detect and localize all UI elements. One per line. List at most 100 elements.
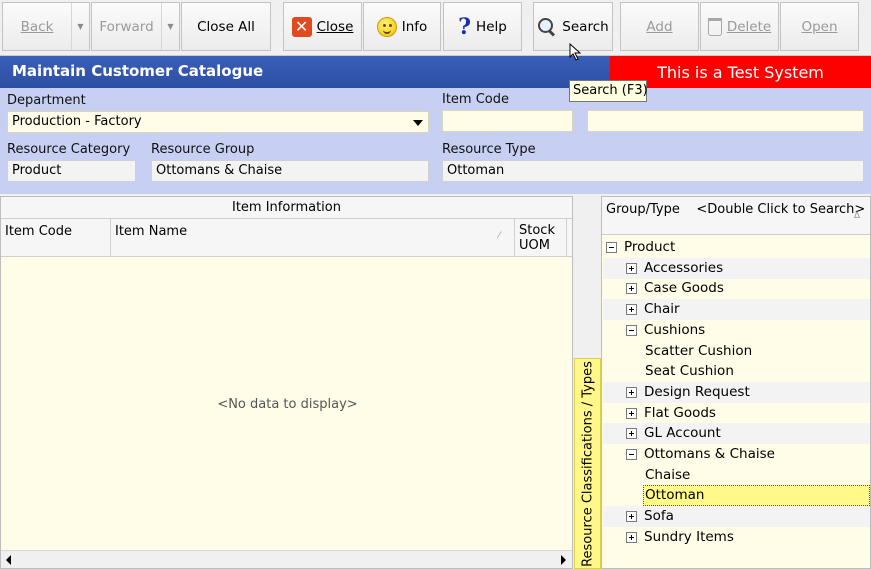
item-code-label: Item Code — [442, 92, 510, 107]
horizontal-scrollbar[interactable] — [1, 550, 572, 568]
mouse-pointer-icon — [569, 43, 582, 61]
tree-item-label: Sundry Items — [644, 528, 734, 545]
tree-item[interactable]: Sundry Items — [603, 527, 870, 548]
sort-icon: ∆ — [853, 211, 860, 221]
resource-type-field: Ottoman — [442, 160, 864, 182]
tree-item[interactable]: Sofa — [603, 506, 870, 528]
tree-header[interactable]: Group/Type <Double Click to Search> ∆ — [602, 197, 870, 235]
department-label: Department — [7, 93, 86, 108]
add-label: Add — [646, 18, 673, 35]
column-header-stock-uom[interactable]: Stock UOM — [515, 219, 567, 257]
side-tab-label: Resource Classifications / Types — [580, 360, 595, 567]
forward-button[interactable]: Forward ▼ — [91, 2, 180, 51]
back-label: Back — [20, 18, 54, 35]
sort-icon: ⁄ — [498, 231, 500, 241]
scroll-right-icon[interactable] — [561, 555, 566, 565]
open-label: Open — [801, 18, 838, 35]
expand-plus-icon[interactable] — [626, 262, 637, 274]
tree-item-label: Chaise — [645, 466, 691, 483]
toolbar: Back ▼ Forward ▼ Close All ✕ Close Info … — [0, 0, 871, 56]
tree-item[interactable]: Ottomans & Chaise — [603, 444, 870, 465]
tree-item-label: Accessories — [644, 259, 724, 276]
resource-classifications-tab[interactable]: Resource Classifications / Types — [574, 358, 601, 569]
tree-item[interactable]: Ottoman — [603, 485, 870, 507]
collapse-minus-icon[interactable] — [626, 449, 637, 460]
close-icon: ✕ — [291, 16, 312, 37]
tree-item[interactable]: GL Account — [603, 423, 870, 445]
expand-plus-icon[interactable] — [626, 283, 637, 295]
close-button[interactable]: ✕ Close — [283, 2, 362, 51]
tree-item-label: Product — [624, 239, 676, 255]
delete-button[interactable]: Delete — [700, 2, 779, 51]
item-code-input[interactable] — [442, 110, 573, 132]
expand-plus-icon[interactable] — [626, 511, 637, 523]
resource-category-label: Resource Category — [7, 142, 131, 157]
tree-item[interactable]: Case Goods — [603, 278, 870, 299]
resource-type-label: Resource Type — [442, 142, 536, 157]
expand-plus-icon[interactable] — [626, 428, 637, 440]
open-button[interactable]: Open — [780, 2, 859, 51]
dropdown-arrow-icon[interactable] — [413, 120, 423, 126]
item-name-input[interactable] — [587, 110, 864, 132]
scroll-left-icon[interactable] — [6, 555, 11, 565]
tree-item[interactable]: Scatter Cushion — [603, 340, 870, 362]
tree-item-label: Chair — [644, 301, 680, 318]
tree-header-label: Group/Type <Double Click to Search> — [606, 202, 866, 217]
page-title: Maintain Customer Catalogue — [12, 62, 264, 80]
close-all-button[interactable]: Close All — [181, 2, 271, 51]
magnifier-icon — [537, 17, 557, 37]
info-button[interactable]: Info — [363, 2, 441, 51]
item-name-header-label: Item Name — [115, 224, 188, 239]
add-button[interactable]: Add — [620, 2, 699, 51]
chevron-down-icon[interactable]: ▼ — [71, 3, 89, 50]
tree-item[interactable]: Seat Cushion — [603, 361, 870, 383]
search-label: Search — [562, 18, 609, 35]
expand-plus-icon[interactable] — [626, 531, 637, 543]
item-information-grid[interactable]: Item Information Item Code Item Name ⁄ S… — [0, 196, 573, 569]
tree-item-label: Ottomans & Chaise — [644, 446, 775, 462]
expand-plus-icon[interactable] — [626, 304, 637, 316]
help-label: Help — [476, 18, 507, 35]
collapse-minus-icon[interactable] — [626, 324, 637, 336]
column-header-item-code[interactable]: Item Code — [1, 219, 111, 257]
help-button[interactable]: ? Help — [443, 2, 522, 51]
department-value: Production - Factory — [12, 114, 142, 129]
tree-item-label: GL Account — [644, 425, 721, 442]
close-label: Close — [316, 18, 354, 35]
expand-plus-icon[interactable] — [626, 386, 637, 398]
info-label: Info — [401, 18, 428, 35]
tree-item-label: Case Goods — [644, 280, 724, 297]
classification-tree[interactable]: Group/Type <Double Click to Search> ∆ Pr… — [601, 196, 871, 569]
form-title-bar: Maintain Customer Catalogue This is a Te… — [0, 56, 871, 88]
tree-item-label: Cushions — [644, 321, 706, 338]
smiley-icon — [376, 16, 397, 37]
tree-item[interactable]: Chaise — [603, 464, 870, 486]
question-mark-icon: ? — [458, 13, 472, 40]
close-all-label: Close All — [197, 18, 255, 35]
tree-item-label: Sofa — [644, 508, 674, 525]
trash-icon — [707, 17, 722, 36]
resource-group-field: Ottomans & Chaise — [151, 160, 429, 182]
tree-item-label: Ottoman — [645, 487, 705, 504]
criteria-panel: Department Production - Factory Item Cod… — [0, 88, 871, 194]
tree-item[interactable]: Cushions — [603, 320, 870, 341]
collapse-minus-icon[interactable] — [606, 242, 617, 253]
no-data-message: <No data to display> — [217, 397, 358, 412]
department-combo[interactable]: Production - Factory — [7, 111, 429, 133]
forward-label: Forward — [99, 18, 154, 35]
tree-item[interactable]: Accessories — [603, 257, 870, 279]
back-button[interactable]: Back ▼ — [2, 2, 90, 51]
resource-group-label: Resource Group — [151, 142, 255, 157]
expand-plus-icon[interactable] — [626, 407, 637, 419]
column-header-item-name[interactable]: Item Name ⁄ — [111, 219, 515, 257]
tree-item[interactable]: Design Request — [603, 381, 870, 403]
tree-item-label: Flat Goods — [644, 404, 716, 421]
tree-item-label: Design Request — [644, 383, 750, 400]
chevron-down-icon[interactable]: ▼ — [161, 3, 179, 50]
tree-item[interactable]: Chair — [603, 299, 870, 321]
test-system-banner: This is a Test System — [610, 56, 871, 88]
tree-item[interactable]: Product — [603, 237, 870, 258]
grid-caption: Item Information — [1, 197, 572, 219]
tree-item[interactable]: Flat Goods — [603, 403, 870, 424]
tree-item-label: Scatter Cushion — [645, 342, 753, 359]
